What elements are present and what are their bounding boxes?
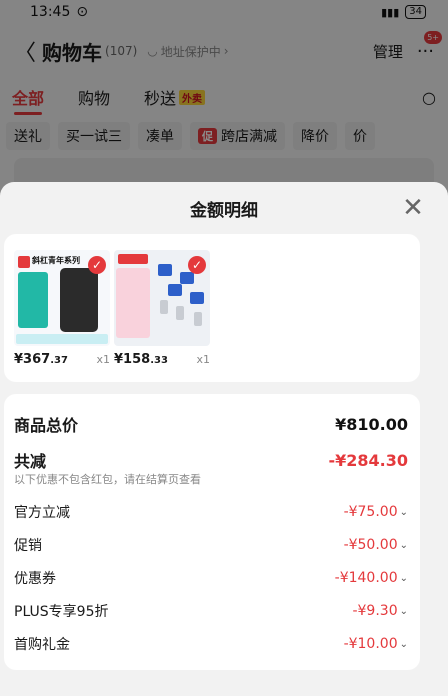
valve-icon xyxy=(168,284,182,296)
pipe-icon xyxy=(176,306,184,320)
discount-item-row[interactable]: 官方立减 -¥75.00 ⌄ xyxy=(14,502,408,522)
product-item[interactable]: ✓ ¥158.33 x1 xyxy=(114,250,210,367)
discount-item-amount: -¥50.00 ⌄ xyxy=(344,537,408,553)
price-integer: ¥367 xyxy=(14,352,51,367)
total-label: 商品总价 xyxy=(14,416,79,435)
product-price: ¥158.33 xyxy=(114,352,168,367)
discount-amount: -¥284.30 xyxy=(328,450,408,470)
product-price-line: ¥367.37 x1 xyxy=(14,352,110,367)
feature-bar xyxy=(16,334,108,344)
valve-icon xyxy=(180,272,194,284)
suitcase-icon xyxy=(60,268,98,332)
discount-item-label: PLUS专享95折 xyxy=(14,604,109,620)
discount-item-row[interactable]: 促销 -¥50.00 ⌄ xyxy=(14,535,408,555)
total-amount: ¥810.00 xyxy=(335,414,408,434)
product-image-luggage: 斜杠青年系列 ✓ xyxy=(14,250,110,346)
amount-value: -¥10.00 xyxy=(343,636,398,652)
discount-item-label: 促销 xyxy=(14,538,42,554)
chevron-down-icon: ⌄ xyxy=(399,638,408,650)
sheet-title: 金额明细 xyxy=(190,200,258,221)
valve-icon xyxy=(190,292,204,304)
product-price: ¥367.37 xyxy=(14,352,68,367)
discount-row: 共减 -¥284.30 xyxy=(14,448,408,472)
discount-item-amount: -¥10.00 ⌄ xyxy=(344,636,408,652)
discount-item-label: 优惠券 xyxy=(14,571,56,587)
amount-detail-sheet: 金额明细 ✕ 斜杠青年系列 ✓ ¥367.37 x1 ✓ ¥158.33 x1 … xyxy=(0,182,448,696)
discount-item-row[interactable]: 首购礼金 -¥10.00 ⌄ xyxy=(14,634,408,654)
promo-panel xyxy=(18,272,48,328)
discount-note: 以下优惠不包含红包，请在结算页查看 xyxy=(14,473,201,486)
product-image-valves: ✓ xyxy=(114,250,210,346)
total-row: 商品总价 ¥810.00 xyxy=(14,412,408,436)
amount-value: -¥140.00 xyxy=(334,570,398,586)
pipe-icon xyxy=(194,312,202,326)
price-integer: ¥158 xyxy=(114,352,151,367)
product-quantity: x1 xyxy=(196,353,210,366)
product-item[interactable]: 斜杠青年系列 ✓ ¥367.37 x1 xyxy=(14,250,110,367)
discount-item-amount: -¥9.30 ⌄ xyxy=(352,603,408,619)
product-brand: 斜杠青年系列 xyxy=(32,256,80,265)
chevron-down-icon: ⌄ xyxy=(399,605,408,617)
amount-value: -¥75.00 xyxy=(343,504,398,520)
amount-value: -¥9.30 xyxy=(352,603,398,619)
price-decimal: .37 xyxy=(50,355,68,366)
discount-label: 共减 xyxy=(14,452,47,471)
amount-summary: 商品总价 ¥810.00 共减 -¥284.30 以下优惠不包含红包，请在结算页… xyxy=(4,394,420,670)
sheet-header: 金额明细 ✕ xyxy=(0,182,448,234)
pipe-icon xyxy=(160,300,168,314)
discount-item-label: 官方立减 xyxy=(14,505,70,521)
price-decimal: .33 xyxy=(150,355,168,366)
selected-check-icon[interactable]: ✓ xyxy=(88,256,106,274)
discount-item-label: 首购礼金 xyxy=(14,637,70,653)
chevron-down-icon: ⌄ xyxy=(399,539,408,551)
discount-item-amount: -¥140.00 ⌄ xyxy=(335,570,408,586)
product-price-line: ¥158.33 x1 xyxy=(114,352,210,367)
brand-logo-icon xyxy=(18,256,30,268)
amount-value: -¥50.00 xyxy=(343,537,398,553)
discount-item-amount: -¥75.00 ⌄ xyxy=(344,504,408,520)
promo-panel xyxy=(116,268,150,338)
chevron-down-icon: ⌄ xyxy=(399,506,408,518)
promo-banner xyxy=(118,254,148,264)
product-quantity: x1 xyxy=(96,353,110,366)
discount-item-row[interactable]: PLUS专享95折 -¥9.30 ⌄ xyxy=(14,601,408,621)
product-list: 斜杠青年系列 ✓ ¥367.37 x1 ✓ ¥158.33 x1 xyxy=(4,234,420,382)
selected-check-icon[interactable]: ✓ xyxy=(188,256,206,274)
chevron-down-icon: ⌄ xyxy=(399,572,408,584)
discount-item-row[interactable]: 优惠券 -¥140.00 ⌄ xyxy=(14,568,408,588)
valve-icon xyxy=(158,264,172,276)
close-icon[interactable]: ✕ xyxy=(398,193,428,223)
